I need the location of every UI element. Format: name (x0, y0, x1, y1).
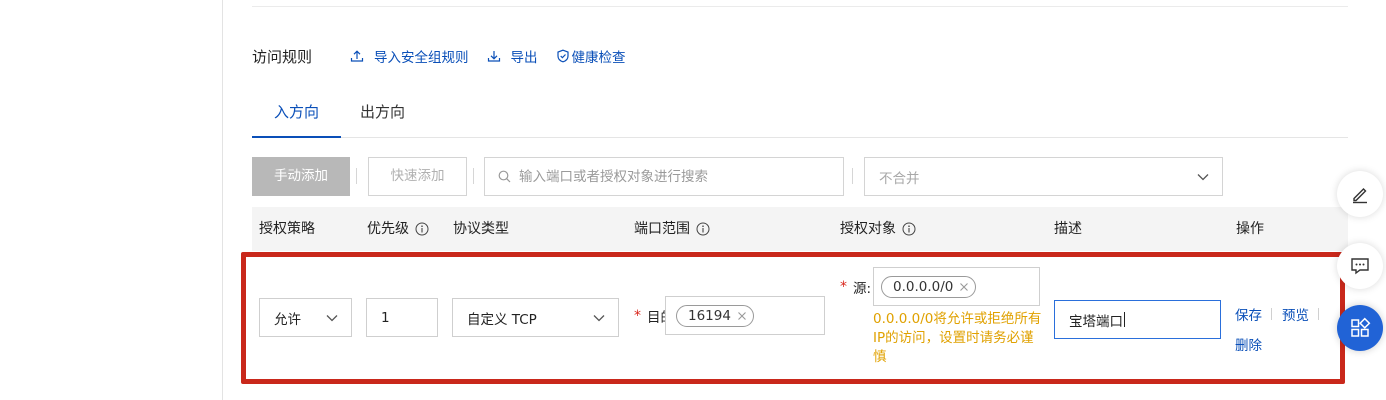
header-label: 协议类型 (453, 221, 509, 237)
tab-inbound[interactable]: 入方向 (252, 90, 341, 138)
column-header-protocol: 协议类型 (453, 207, 509, 251)
table-row: 允许 1 自定义 TCP * 目的 16194 * 源: 0.0.0.0/0 0… (252, 251, 1348, 381)
manual-add-button[interactable]: 手动添加 (252, 157, 350, 196)
info-icon[interactable] (696, 222, 710, 236)
search-icon (498, 170, 511, 183)
protocol-select[interactable]: 自定义 TCP (452, 298, 619, 337)
header-label: 描述 (1054, 221, 1082, 237)
health-check-label: 健康检查 (571, 50, 626, 66)
policy-select-value: 允许 (274, 311, 301, 328)
port-tag-value: 16194 (688, 307, 731, 324)
source-tag: 0.0.0.0/0 (881, 275, 977, 298)
toolbar-separator (473, 168, 474, 184)
header-label: 授权策略 (259, 221, 315, 237)
merge-select-value: 不合并 (879, 170, 920, 187)
source-label-text: 源: (853, 281, 872, 297)
action-separator (1318, 308, 1319, 320)
info-icon[interactable] (902, 222, 916, 236)
column-header-actions: 操作 (1236, 207, 1264, 251)
import-label: 导入安全组规则 (374, 50, 469, 66)
rule-search-box[interactable] (484, 157, 844, 196)
column-header-priority: 优先级 (367, 207, 429, 251)
health-check-link[interactable]: 健康检查 (556, 46, 626, 66)
source-tag-value: 0.0.0.0/0 (893, 278, 954, 295)
info-icon[interactable] (415, 222, 429, 236)
tab-outbound[interactable]: 出方向 (360, 90, 405, 138)
export-link[interactable]: 导出 (487, 46, 538, 66)
toolbar-separator (852, 168, 853, 184)
toolbar-separator (356, 168, 357, 184)
header-label: 优先级 (367, 221, 409, 237)
close-icon[interactable] (959, 282, 969, 292)
direction-tabs: 入方向 出方向 (252, 90, 1348, 138)
edit-float-button[interactable] (1337, 171, 1383, 217)
close-icon[interactable] (737, 311, 747, 321)
column-header-authorized-object: 授权对象 (840, 207, 916, 251)
import-security-group-rules-link[interactable]: 导入安全组规则 (350, 46, 469, 66)
port-range-input[interactable]: 16194 (665, 296, 825, 335)
policy-select[interactable]: 允许 (259, 298, 352, 337)
protocol-select-value: 自定义 TCP (467, 311, 537, 328)
delete-button[interactable]: 删除 (1235, 334, 1262, 354)
merge-select[interactable]: 不合并 (864, 157, 1223, 196)
priority-value: 1 (381, 309, 390, 326)
column-header-description: 描述 (1054, 207, 1082, 251)
apps-float-button[interactable] (1337, 305, 1383, 351)
preview-button[interactable]: 预览 (1282, 304, 1309, 324)
port-tag: 16194 (676, 304, 754, 327)
action-separator (1271, 308, 1272, 320)
column-header-policy: 授权策略 (259, 207, 315, 251)
authorized-object-input[interactable]: 0.0.0.0/0 (873, 267, 1040, 306)
chevron-down-icon (325, 311, 339, 325)
chat-icon (1349, 255, 1371, 277)
save-button[interactable]: 保存 (1235, 304, 1262, 324)
priority-input[interactable]: 1 (366, 298, 438, 337)
header-label: 授权对象 (840, 221, 896, 237)
chevron-down-icon (592, 311, 606, 325)
rule-toolbar: 手动添加 快速添加 不合并 (0, 157, 1386, 197)
section-title: 访问规则 (252, 47, 313, 66)
required-asterisk: * (634, 308, 641, 324)
header-label: 操作 (1236, 221, 1264, 237)
shield-check-icon (556, 49, 570, 63)
header-label: 端口范围 (634, 221, 690, 237)
chevron-down-icon (1196, 170, 1210, 184)
rules-table-header: 授权策略 优先级 协议类型 端口范围 授权对象 描述 操作 (252, 207, 1348, 251)
left-panel-divider (222, 0, 223, 400)
section-header: 访问规则 导入安全组规则 导出 健康检查 (252, 44, 644, 68)
description-input[interactable]: 宝塔端口 (1054, 300, 1221, 339)
quick-add-button[interactable]: 快速添加 (368, 157, 467, 196)
search-input[interactable] (519, 168, 819, 185)
export-label: 导出 (510, 50, 538, 66)
download-icon (487, 49, 501, 63)
required-asterisk: * (840, 279, 847, 295)
apps-icon (1349, 317, 1371, 339)
description-value: 宝塔端口 (1069, 313, 1123, 330)
text-caret (1124, 312, 1125, 327)
top-divider (252, 6, 1348, 7)
upload-icon (350, 49, 364, 63)
edit-icon (1350, 184, 1370, 204)
feedback-float-button[interactable] (1337, 243, 1383, 289)
column-header-port-range: 端口范围 (634, 207, 710, 251)
source-label: * 源: (840, 277, 871, 297)
source-warning-text: 0.0.0.0/0将允许或拒绝所有IP的访问，设置时请务必谨慎 (873, 311, 1042, 365)
